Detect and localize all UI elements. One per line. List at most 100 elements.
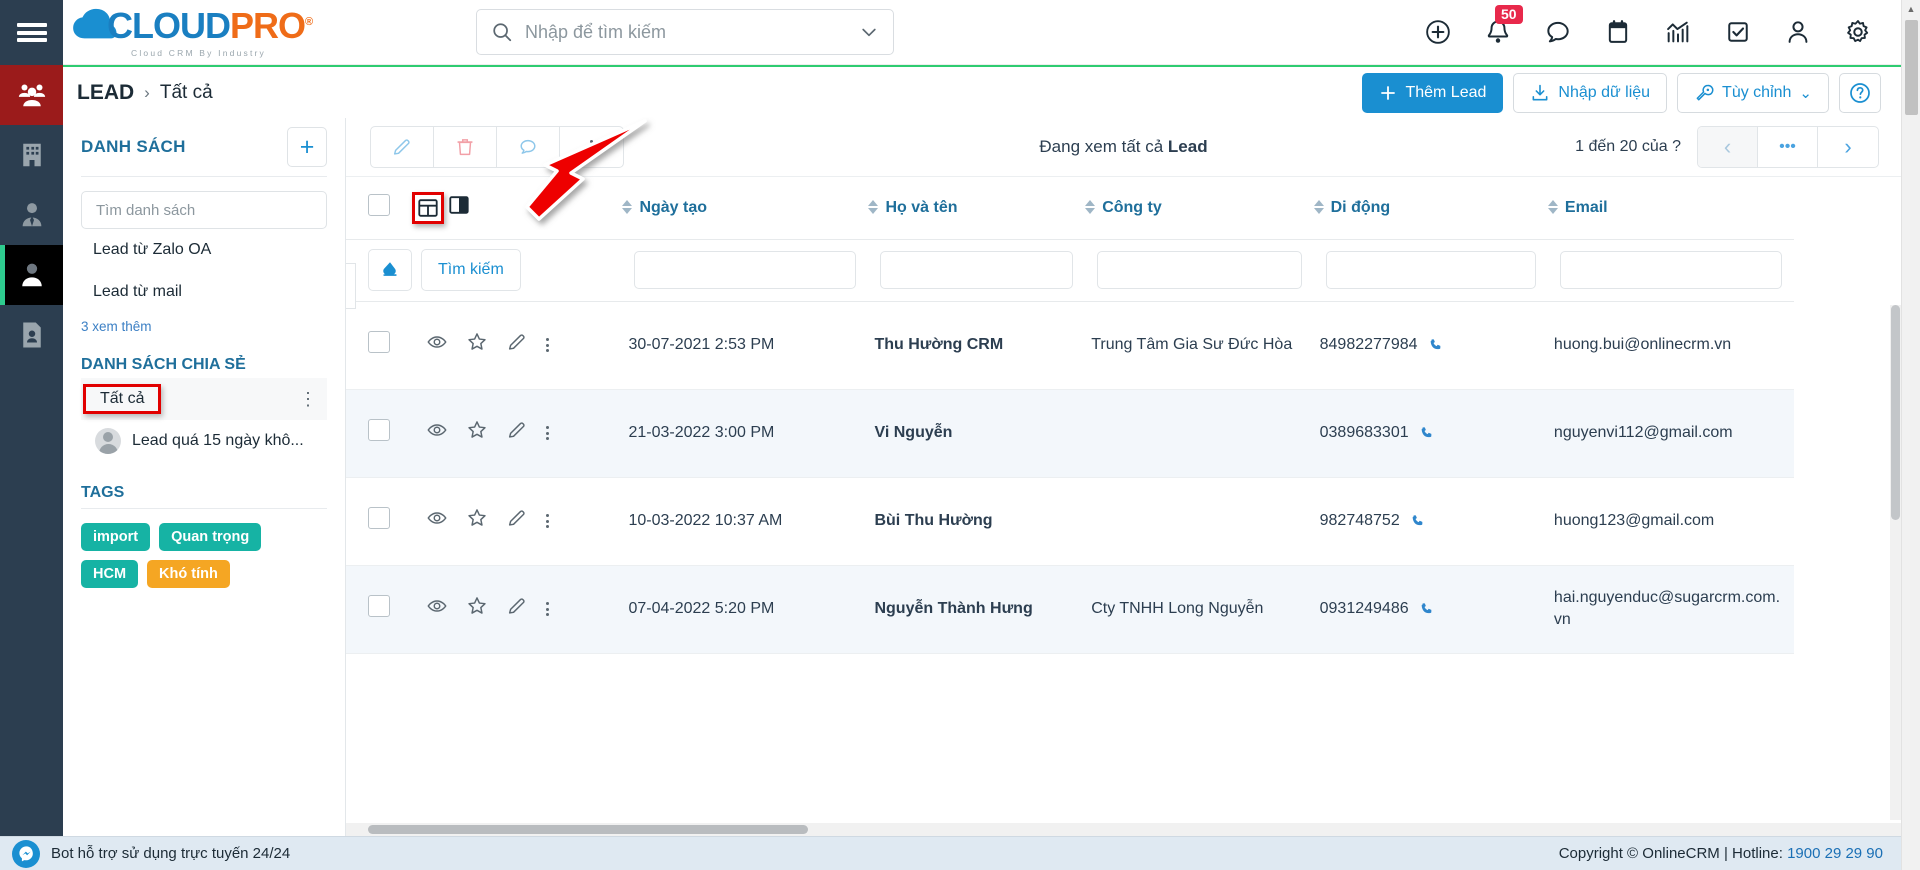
table-row[interactable]: 30-07-2021 2:53 PM Thu Hường CRM Trung T… xyxy=(346,301,1794,390)
prev-page-button[interactable]: ‹ xyxy=(1698,127,1758,167)
grid-view-button[interactable] xyxy=(411,191,444,224)
scroll-thumb[interactable] xyxy=(1891,305,1900,520)
sort-icon[interactable] xyxy=(868,199,879,214)
search-input[interactable] xyxy=(525,21,859,43)
favorite-star-icon[interactable] xyxy=(466,595,488,624)
logo[interactable]: CLOUDPRO® Cloud CRM By Industry xyxy=(71,6,313,58)
tag-import[interactable]: import xyxy=(81,523,151,551)
gear-icon[interactable] xyxy=(1843,17,1873,47)
col-header-company[interactable]: Công ty xyxy=(1085,177,1314,240)
add-circle-icon[interactable] xyxy=(1423,17,1453,47)
table-row[interactable]: 21-03-2022 3:00 PM Vi Nguyễn 0389683301 … xyxy=(346,389,1794,478)
row-more-icon[interactable] xyxy=(545,602,549,616)
favorite-star-icon[interactable] xyxy=(466,419,488,448)
cell-fullname[interactable]: Bùi Thu Hường xyxy=(868,477,1086,566)
row-checkbox[interactable] xyxy=(368,594,390,617)
rail-item-document[interactable] xyxy=(0,305,63,365)
scroll-up-arrow-icon[interactable]: ▲ xyxy=(1902,0,1920,18)
list-item-mail[interactable]: Lead từ mail xyxy=(81,271,327,313)
select-all-checkbox[interactable] xyxy=(368,194,390,217)
phone-icon[interactable] xyxy=(1419,425,1435,441)
row-checkbox[interactable] xyxy=(368,418,390,441)
col-header-mobile[interactable]: Di động xyxy=(1313,177,1548,240)
row-more-icon[interactable] xyxy=(545,514,549,528)
phone-icon[interactable] xyxy=(1428,337,1444,353)
sort-icon[interactable] xyxy=(622,199,633,214)
cell-email[interactable]: huong.bui@onlinecrm.vn xyxy=(1547,301,1794,390)
add-list-button[interactable]: + xyxy=(287,127,327,167)
list-search-input[interactable] xyxy=(96,201,312,219)
shared-list-all-label[interactable]: Tất cả xyxy=(83,384,162,414)
rail-item-lead[interactable] xyxy=(0,245,63,305)
tag-quan-trong[interactable]: Quan trọng xyxy=(159,523,262,551)
task-icon[interactable] xyxy=(1723,17,1753,47)
phone-icon[interactable] xyxy=(1419,601,1435,617)
user-icon[interactable] xyxy=(1783,17,1813,47)
tag-kho-tinh[interactable]: Khó tính xyxy=(147,560,230,588)
tag-hcm[interactable]: HCM xyxy=(81,560,139,588)
cell-fullname[interactable]: Thu Hường CRM xyxy=(868,301,1086,390)
filter-input-fullname[interactable] xyxy=(880,251,1074,289)
more-pages-button[interactable]: ••• xyxy=(1758,127,1818,167)
rail-item-leads-group[interactable] xyxy=(0,65,63,125)
sort-icon[interactable] xyxy=(1085,199,1096,214)
sort-icon[interactable] xyxy=(1313,199,1324,214)
cell-email[interactable]: nguyenvi112@gmail.com xyxy=(1547,389,1794,478)
list-search[interactable] xyxy=(81,191,327,229)
preview-eye-icon[interactable] xyxy=(426,419,448,448)
row-edit-pencil-icon[interactable] xyxy=(506,507,528,536)
collapse-sidebar-handle[interactable]: ‹ xyxy=(346,263,356,309)
row-checkbox[interactable] xyxy=(368,506,390,529)
row-more-icon[interactable] xyxy=(545,338,549,352)
split-view-button[interactable] xyxy=(448,194,470,221)
vertical-dots-icon[interactable]: ⋮ xyxy=(299,389,327,410)
preview-eye-icon[interactable] xyxy=(426,507,448,536)
preview-eye-icon[interactable] xyxy=(426,595,448,624)
chevron-down-icon[interactable] xyxy=(859,22,879,42)
rail-item-company[interactable] xyxy=(0,125,63,185)
customize-button[interactable]: Tùy chỉnh ⌄ xyxy=(1677,72,1829,113)
hotline-link[interactable]: 1900 29 29 90 xyxy=(1787,845,1883,862)
col-header-created[interactable]: Ngày tạo xyxy=(622,177,869,240)
bell-icon[interactable]: 50 xyxy=(1483,5,1523,47)
filter-search-button[interactable]: Tìm kiếm xyxy=(421,249,521,291)
favorite-star-icon[interactable] xyxy=(466,507,488,536)
phone-icon[interactable] xyxy=(1410,513,1426,529)
next-page-button[interactable]: › xyxy=(1818,127,1878,167)
more-actions-button[interactable] xyxy=(560,127,623,167)
breadcrumb-root[interactable]: LEAD xyxy=(77,81,134,105)
page-scrollbar[interactable]: ▲ xyxy=(1901,0,1920,870)
sort-icon[interactable] xyxy=(1547,199,1558,214)
row-more-icon[interactable] xyxy=(545,426,549,440)
row-edit-pencil-icon[interactable] xyxy=(506,419,528,448)
filter-input-email[interactable] xyxy=(1559,251,1782,289)
hamburger-menu-button[interactable] xyxy=(0,0,63,65)
filter-input-created[interactable] xyxy=(634,251,857,289)
table-row[interactable]: 10-03-2022 10:37 AM Bùi Thu Hường 982748… xyxy=(346,477,1794,566)
cell-fullname[interactable]: Nguyễn Thành Hưng xyxy=(868,565,1086,654)
cell-email[interactable]: hai.nguyenduc@sugarcrm.com.vn xyxy=(1547,565,1794,654)
col-header-email[interactable]: Email xyxy=(1547,177,1794,240)
calendar-icon[interactable] xyxy=(1603,17,1633,47)
import-data-button[interactable]: Nhập dữ liệu xyxy=(1513,72,1668,113)
clear-filter-button[interactable] xyxy=(368,249,412,291)
add-lead-button[interactable]: Thêm Lead xyxy=(1362,72,1504,113)
col-header-fullname[interactable]: Họ và tên xyxy=(868,177,1086,240)
favorite-star-icon[interactable] xyxy=(466,331,488,360)
global-search[interactable] xyxy=(476,9,894,55)
page-scroll-thumb[interactable] xyxy=(1905,20,1918,115)
rail-item-contact[interactable] xyxy=(0,185,63,245)
row-edit-pencil-icon[interactable] xyxy=(506,331,528,360)
filter-input-company[interactable] xyxy=(1097,251,1302,289)
filter-input-mobile[interactable] xyxy=(1325,251,1536,289)
shared-list-item-all[interactable]: Tất cả ⋮ xyxy=(81,378,327,420)
shared-list-item-overdue[interactable]: Lead quá 15 ngày khô... xyxy=(81,420,327,462)
edit-button[interactable] xyxy=(371,127,434,167)
view-more-link[interactable]: 3 xem thêm xyxy=(81,319,327,334)
help-button[interactable] xyxy=(1839,72,1881,113)
table-horizontal-scrollbar[interactable] xyxy=(346,823,1901,836)
table-vertical-scrollbar[interactable] xyxy=(1890,305,1901,820)
list-item-zalo[interactable]: Lead từ Zalo OA xyxy=(81,229,327,271)
scroll-thumb[interactable] xyxy=(368,825,808,834)
row-checkbox[interactable] xyxy=(368,330,390,353)
